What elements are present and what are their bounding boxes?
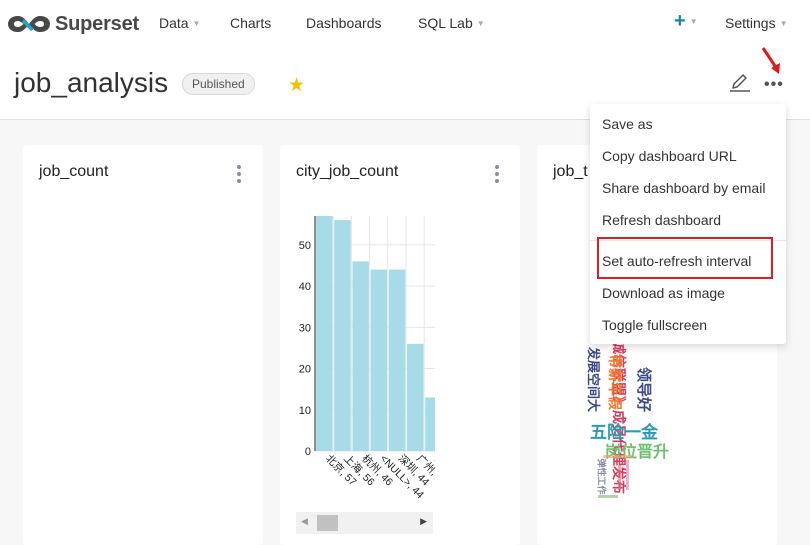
card-title: job_count [39, 163, 109, 180]
card-title: city_job_count [296, 163, 399, 180]
y-tick-label: 30 [299, 322, 311, 334]
nav-dashboards[interactable]: Dashboards [306, 15, 382, 31]
bar [316, 216, 333, 451]
bar [334, 220, 351, 451]
plus-icon: + [674, 10, 686, 32]
y-tick-label: 50 [299, 240, 311, 252]
bar [407, 343, 424, 451]
kebab-menu-icon[interactable] [495, 165, 499, 183]
nav-charts[interactable]: Charts [230, 15, 271, 31]
y-tick-label: 40 [299, 281, 311, 293]
scroll-left-icon[interactable]: ◀ [301, 516, 308, 527]
scroll-right-icon[interactable]: ▶ [420, 516, 427, 527]
brand-name: Superset [55, 12, 139, 35]
status-badge[interactable]: Published [182, 73, 255, 95]
nav-sql-lab-label: SQL Lab [418, 15, 473, 31]
caret-down-icon: ▼ [192, 18, 201, 28]
nav-dashboards-label: Dashboards [306, 15, 382, 31]
caret-down-icon: ▼ [476, 18, 485, 28]
y-tick-label: 20 [299, 364, 311, 376]
pencil-icon[interactable] [729, 69, 751, 98]
top-navbar: Superset Data ▼ Charts Dashboards SQL Lab… [0, 0, 810, 48]
more-horizontal-icon[interactable]: ••• [764, 76, 784, 94]
bar [388, 269, 406, 451]
word-cloud-word: 领导好 [635, 366, 653, 413]
bar [425, 397, 435, 451]
favorite-star-icon[interactable]: ★ [288, 74, 305, 97]
menu-item-share-email[interactable]: Share dashboard by email [602, 180, 765, 196]
y-tick-label: 0 [305, 446, 311, 458]
menu-item-download-image[interactable]: Download as image [602, 285, 725, 301]
nav-data[interactable]: Data ▼ [159, 15, 201, 31]
menu-item-toggle-fullscreen[interactable]: Toggle fullscreen [602, 317, 707, 333]
y-tick-label: 10 [299, 405, 311, 417]
menu-item-copy-url[interactable]: Copy dashboard URL [602, 148, 737, 164]
bar [370, 269, 388, 451]
caret-down-icon: ▼ [779, 18, 788, 28]
bar-chart: 01020304050北京, 57上海, 56杭州, 46<NULL>, 44深… [299, 216, 435, 501]
kebab-menu-icon[interactable] [237, 165, 241, 183]
word-cloud-word: 带薪年假 [607, 354, 623, 410]
menu-item-save-as[interactable]: Save as [602, 116, 653, 132]
word-cloud-small-words [598, 455, 648, 510]
highlight-box-annotation [597, 237, 773, 279]
card-title: job_t [553, 163, 588, 180]
red-arrow-annotation-icon [761, 47, 780, 74]
dashboard-actions-menu: Save as Copy dashboard URL Share dashboa… [590, 104, 786, 344]
scroll-thumb[interactable] [317, 515, 338, 531]
chart-horizontal-scrollbar[interactable]: ◀ ▶ [296, 512, 433, 534]
new-button[interactable]: + ▼ [674, 10, 698, 32]
nav-data-label: Data [159, 15, 189, 31]
bar [352, 261, 369, 451]
nav-charts-label: Charts [230, 15, 272, 31]
brand-logo[interactable]: Superset [7, 13, 139, 36]
word-cloud-word: 发展空间大 [586, 346, 602, 413]
dashboard-title[interactable]: job_analysis [14, 67, 168, 99]
chart-card-job-count: job_count [23, 145, 263, 545]
settings-menu[interactable]: Settings ▼ [725, 15, 788, 31]
caret-down-icon: ▼ [689, 16, 698, 26]
menu-item-refresh[interactable]: Refresh dashboard [602, 212, 721, 228]
superset-logo-icon [8, 16, 50, 32]
nav-sql-lab[interactable]: SQL Lab ▼ [418, 15, 485, 31]
settings-label: Settings [725, 15, 776, 31]
